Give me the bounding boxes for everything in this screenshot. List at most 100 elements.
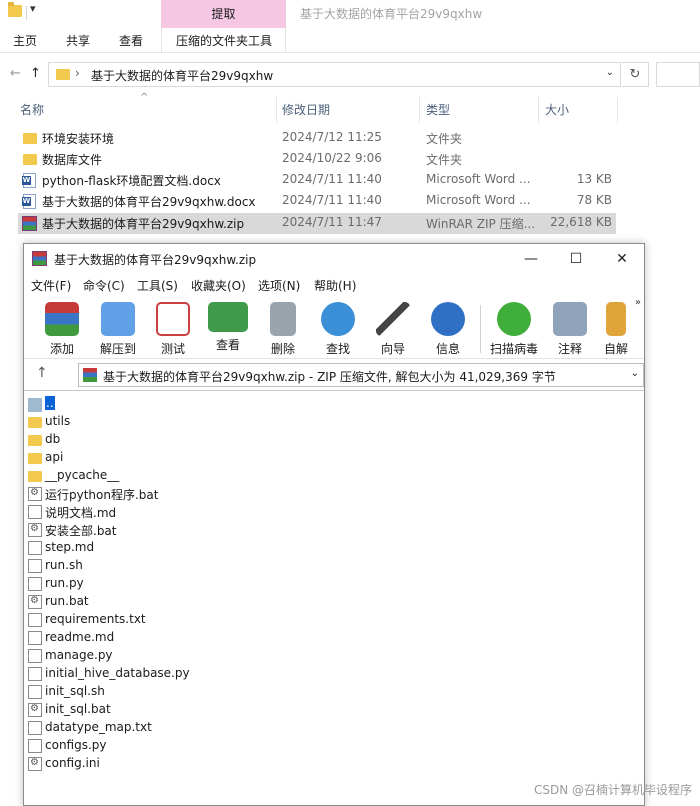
view-book-icon	[208, 302, 248, 332]
list-item[interactable]: python-flask环境配置文档.docx 2024/7/11 11:40 …	[18, 170, 616, 191]
archive-file-list: .. utils db api __pycache__ 运行python程序.bat 说明文…	[24, 390, 644, 806]
batch-file-icon	[28, 703, 42, 717]
back-arrow-icon[interactable]: ←	[10, 66, 21, 81]
up-arrow-icon[interactable]: ↑	[36, 365, 48, 381]
find-button[interactable]: 查找	[313, 299, 363, 357]
view-button[interactable]: 查看	[203, 299, 253, 357]
extract-to-label: 解压到	[99, 342, 136, 356]
wizard-label: 向导	[380, 342, 405, 356]
item-name: init_sql.sh	[45, 684, 105, 698]
archive-path-combo[interactable]: 基于大数据的体育平台29v9qxhw.zip - ZIP 压缩文件, 解包大小为…	[78, 363, 644, 387]
menu-commands[interactable]: 命令(C)	[83, 277, 125, 294]
test-button[interactable]: 测试	[148, 299, 198, 357]
file-size: 22,618 KB	[550, 215, 612, 229]
file-name: 环境安装环境	[42, 132, 115, 146]
menu-tools[interactable]: 工具(S)	[137, 277, 178, 294]
add-button[interactable]: 添加	[37, 299, 87, 357]
file-type: WinRAR ZIP 压缩...	[426, 217, 536, 231]
file-type: Microsoft Word ...	[426, 172, 531, 186]
wizard-button[interactable]: 向导	[368, 299, 418, 357]
column-divider[interactable]	[538, 97, 539, 123]
file-modified: 2024/10/22 9:06	[282, 151, 382, 165]
item-name: init_sql.bat	[45, 702, 111, 716]
sfx-box-icon	[606, 302, 626, 336]
folder-icon	[28, 471, 42, 482]
extract-to-button[interactable]: 解压到	[93, 299, 143, 357]
explorer-titlebar: ▾ 提取 基于大数据的体育平台29v9qxhw	[0, 0, 700, 28]
item-name: api	[45, 450, 64, 464]
minimize-button[interactable]: —	[516, 248, 546, 270]
item-name: manage.py	[45, 648, 113, 662]
close-button[interactable]: ✕	[607, 248, 637, 270]
toolbar-overflow-icon[interactable]: »	[635, 297, 641, 308]
address-path[interactable]: 基于大数据的体育平台29v9qxhw	[91, 67, 273, 84]
menu-help[interactable]: 帮助(H)	[314, 277, 356, 294]
folder-icon	[23, 133, 37, 144]
tab-compressed-folder-tools[interactable]: 压缩的文件夹工具	[176, 32, 272, 49]
word-icon	[22, 173, 36, 188]
magic-wand-icon	[376, 302, 410, 336]
file-icon	[28, 613, 42, 627]
file-name: 数据库文件	[42, 153, 103, 167]
sfx-button[interactable]: 自解	[594, 299, 638, 357]
column-divider[interactable]	[419, 97, 420, 123]
winrar-titlebar[interactable]: 基于大数据的体育平台29v9qxhw.zip — ☐ ✕	[24, 244, 644, 274]
list-item[interactable]: 数据库文件 2024/10/22 9:06 文件夹	[18, 149, 616, 170]
test-clipboard-icon	[156, 302, 190, 336]
test-label: 测试	[160, 342, 185, 356]
item-name: 安装全部.bat	[45, 524, 117, 538]
folder-icon	[56, 69, 70, 80]
chevron-down-icon[interactable]: ▾	[30, 2, 36, 15]
chevron-down-icon[interactable]: ⌄	[606, 67, 614, 78]
tab-view[interactable]: 查看	[119, 32, 143, 49]
column-divider[interactable]	[276, 97, 277, 123]
tab-extract[interactable]: 提取	[161, 0, 286, 28]
menu-file[interactable]: 文件(F)	[31, 277, 71, 294]
comment-label: 注释	[557, 342, 582, 356]
batch-file-icon	[28, 523, 42, 537]
list-item[interactable]: 环境安装环境 2024/7/12 11:25 文件夹	[18, 128, 616, 149]
column-type[interactable]: 类型	[424, 97, 450, 123]
item-name: ..	[45, 396, 55, 410]
file-modified: 2024/7/11 11:47	[282, 215, 382, 229]
toolbar: 添加 解压到 测试 查看 删除 查找 向导 信息 扫描病毒 注释 自解 »	[24, 297, 644, 359]
item-name: datatype_map.txt	[45, 720, 152, 734]
item-name: config.ini	[45, 756, 100, 770]
item-name: configs.py	[45, 738, 107, 752]
up-arrow-icon[interactable]: ↑	[30, 66, 41, 81]
file-modified: 2024/7/11 11:40	[282, 193, 382, 207]
menu-favorites[interactable]: 收藏夹(O)	[191, 277, 246, 294]
info-label: 信息	[435, 342, 460, 356]
comment-button[interactable]: 注释	[545, 299, 595, 357]
search-input[interactable]	[656, 62, 700, 87]
scan-virus-button[interactable]: 扫描病毒	[486, 299, 542, 357]
file-icon	[28, 577, 42, 591]
extract-folder-icon	[101, 302, 135, 336]
delete-label: 删除	[270, 342, 295, 356]
item-name: db	[45, 432, 61, 446]
item-name: run.bat	[45, 594, 89, 608]
maximize-button[interactable]: ☐	[561, 248, 591, 270]
view-label: 查看	[215, 338, 240, 352]
file-type: Microsoft Word ...	[426, 193, 531, 207]
file-icon	[28, 631, 42, 645]
address-bar[interactable]: › 基于大数据的体育平台29v9qxhw ⌄	[48, 62, 621, 87]
list-item[interactable]: 基于大数据的体育平台29v9qxhw.docx 2024/7/11 11:40 …	[18, 191, 616, 212]
tab-home[interactable]: 主页	[13, 32, 37, 49]
tab-share[interactable]: 共享	[66, 32, 90, 49]
file-icon	[28, 667, 42, 681]
file-name: 基于大数据的体育平台29v9qxhw.docx	[42, 195, 256, 209]
column-name[interactable]: 名称	[18, 97, 44, 123]
column-divider[interactable]	[617, 97, 618, 123]
list-item-selected[interactable]: 基于大数据的体育平台29v9qxhw.zip 2024/7/11 11:47 W…	[18, 213, 616, 234]
column-modified[interactable]: 修改日期	[280, 97, 330, 123]
column-headers: 名称 修改日期 类型 大小	[0, 97, 700, 123]
delete-button[interactable]: 删除	[258, 299, 308, 357]
chevron-right-icon[interactable]: ›	[75, 66, 80, 80]
menu-options[interactable]: 选项(N)	[258, 277, 300, 294]
chevron-down-icon[interactable]: ⌄	[631, 368, 639, 379]
column-size[interactable]: 大小	[543, 97, 569, 123]
info-button[interactable]: 信息	[423, 299, 473, 357]
folder-icon	[8, 2, 22, 17]
refresh-button[interactable]: ↻	[622, 62, 649, 87]
